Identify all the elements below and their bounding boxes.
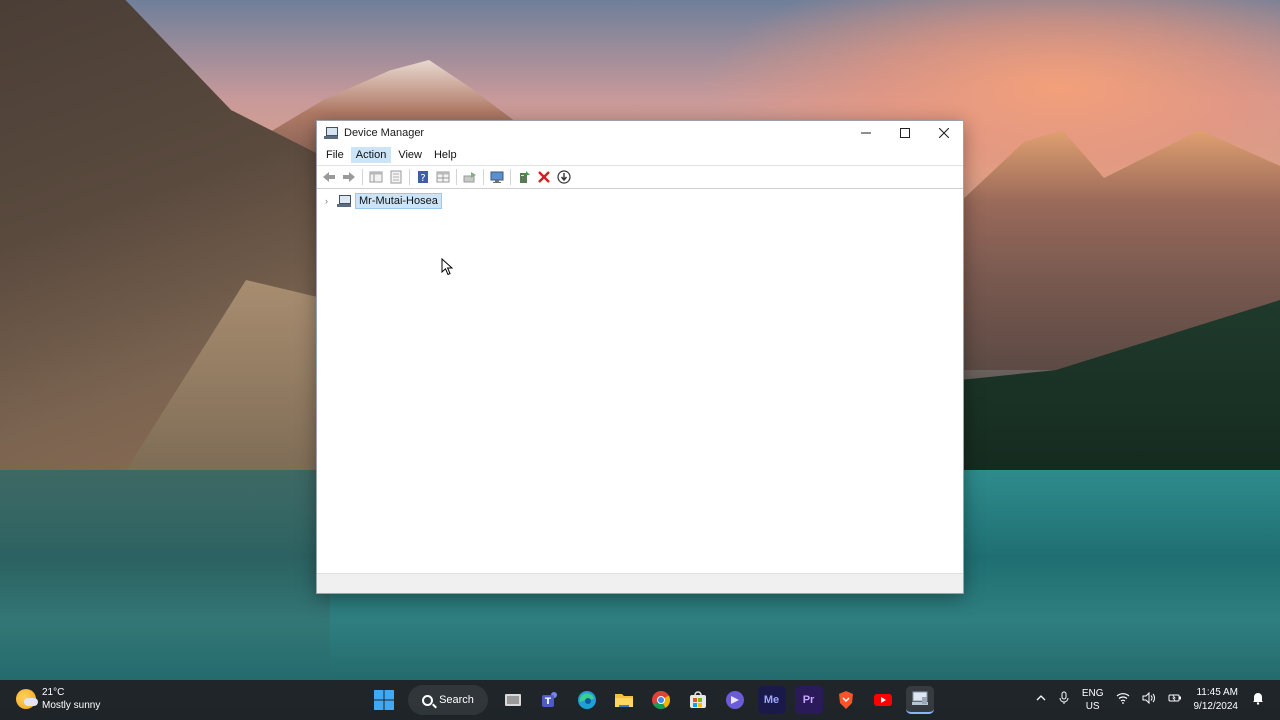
system-tray: ENG US 11:45 AM 9/12/2024 [1030, 680, 1270, 720]
task-view-icon[interactable] [499, 686, 527, 714]
minimize-button[interactable] [846, 121, 885, 145]
forward-button[interactable] [339, 168, 358, 186]
toolbar-separator [362, 169, 363, 185]
forward-arrow-icon [342, 172, 355, 182]
copilot-icon[interactable] [721, 686, 749, 714]
add-driver-button[interactable] [514, 168, 533, 186]
file-explorer-icon[interactable] [610, 686, 638, 714]
search-icon [422, 694, 434, 706]
media-encoder-icon[interactable]: Me [757, 686, 786, 714]
windows-start-icon[interactable] [370, 686, 398, 714]
device-manager-window: Device Manager File Action View Help ? ›… [316, 120, 964, 594]
menu-help[interactable]: Help [429, 147, 462, 163]
toolbar-separator [510, 169, 511, 185]
microphone-icon[interactable] [1058, 691, 1070, 709]
notification-bell-icon[interactable] [1252, 691, 1264, 709]
toolbar: ? [317, 165, 963, 189]
title-bar[interactable]: Device Manager [317, 121, 963, 145]
edge-icon[interactable] [573, 686, 601, 714]
search-label: Search [439, 694, 474, 706]
taskbar-apps: Search T Me Pr [365, 680, 938, 720]
menu-file[interactable]: File [321, 147, 349, 163]
chevron-up-icon[interactable] [1036, 693, 1046, 707]
maximize-icon [899, 128, 910, 138]
device-manager-taskbar-icon[interactable] [905, 686, 934, 714]
close-button[interactable] [924, 121, 963, 145]
help-icon: ? [417, 171, 428, 184]
uninstall-device-button[interactable] [534, 168, 553, 186]
console-view-icon [436, 171, 449, 183]
update-driver-button[interactable] [460, 168, 479, 186]
menu-action[interactable]: Action [350, 147, 392, 163]
device-manager-icon [324, 126, 338, 140]
lake-reflection [0, 470, 330, 680]
show-hide-console-tree-button[interactable] [366, 168, 385, 186]
wifi-icon[interactable] [1116, 692, 1130, 708]
premiere-icon[interactable]: Pr [794, 686, 823, 714]
mouse-pointer-icon [441, 258, 453, 276]
console-view-button[interactable] [433, 168, 452, 186]
scan-hardware-button[interactable] [487, 168, 506, 186]
store-icon[interactable] [684, 686, 712, 714]
red-x-icon [537, 171, 550, 183]
download-driver-button[interactable] [554, 168, 573, 186]
add-driver-icon [519, 171, 530, 183]
svg-text:?: ? [420, 173, 425, 184]
weather-widget[interactable]: 21°C Mostly sunny [16, 686, 100, 712]
tree-root-row[interactable]: › Mr-Mutai-Hosea [325, 193, 442, 209]
maximize-button[interactable] [885, 121, 924, 145]
clock-time: 11:45 AM [1196, 687, 1238, 698]
monitor-scan-icon [490, 171, 503, 183]
lang-top: ENG [1081, 688, 1104, 699]
weather-temp: 21°C [42, 687, 65, 698]
console-tree-icon [369, 171, 382, 183]
status-bar [317, 573, 963, 593]
close-icon [938, 128, 949, 138]
teams-icon[interactable]: T [536, 686, 564, 714]
youtube-icon[interactable] [869, 686, 897, 714]
menu-view[interactable]: View [393, 147, 427, 163]
help-button[interactable]: ? [413, 168, 432, 186]
toolbar-separator [483, 169, 484, 185]
window-title: Device Manager [344, 127, 425, 139]
toolbar-separator [409, 169, 410, 185]
clock-date: 9/12/2024 [1193, 701, 1239, 712]
menu-bar: File Action View Help [317, 145, 963, 165]
download-circle-icon [556, 170, 571, 184]
brave-icon[interactable] [832, 686, 860, 714]
lang-bottom: US [1085, 701, 1100, 712]
expand-chevron-icon[interactable]: › [325, 196, 337, 206]
language-indicator[interactable]: ENG US [1082, 687, 1104, 713]
back-button[interactable] [319, 168, 338, 186]
sun-cloud-icon [16, 689, 38, 709]
clock[interactable]: 11:45 AM 9/12/2024 [1194, 686, 1239, 714]
toolbar-separator [456, 169, 457, 185]
weather-text: 21°C Mostly sunny [42, 686, 100, 712]
battery-icon[interactable] [1168, 693, 1182, 707]
computer-icon [337, 194, 351, 208]
minimize-icon [860, 132, 871, 134]
svg-text:T: T [544, 697, 551, 707]
taskbar: 21°C Mostly sunny Search T Me Pr ENG US … [0, 680, 1280, 720]
taskbar-search[interactable]: Search [408, 685, 488, 715]
properties-button[interactable] [386, 168, 405, 186]
update-driver-icon [463, 172, 476, 183]
weather-desc: Mostly sunny [42, 700, 101, 711]
chrome-icon[interactable] [647, 686, 675, 714]
back-arrow-icon [322, 172, 335, 182]
volume-icon[interactable] [1142, 691, 1156, 708]
device-tree: › Mr-Mutai-Hosea [317, 189, 963, 575]
computer-name-label[interactable]: Mr-Mutai-Hosea [355, 193, 442, 209]
properties-icon [390, 170, 401, 184]
